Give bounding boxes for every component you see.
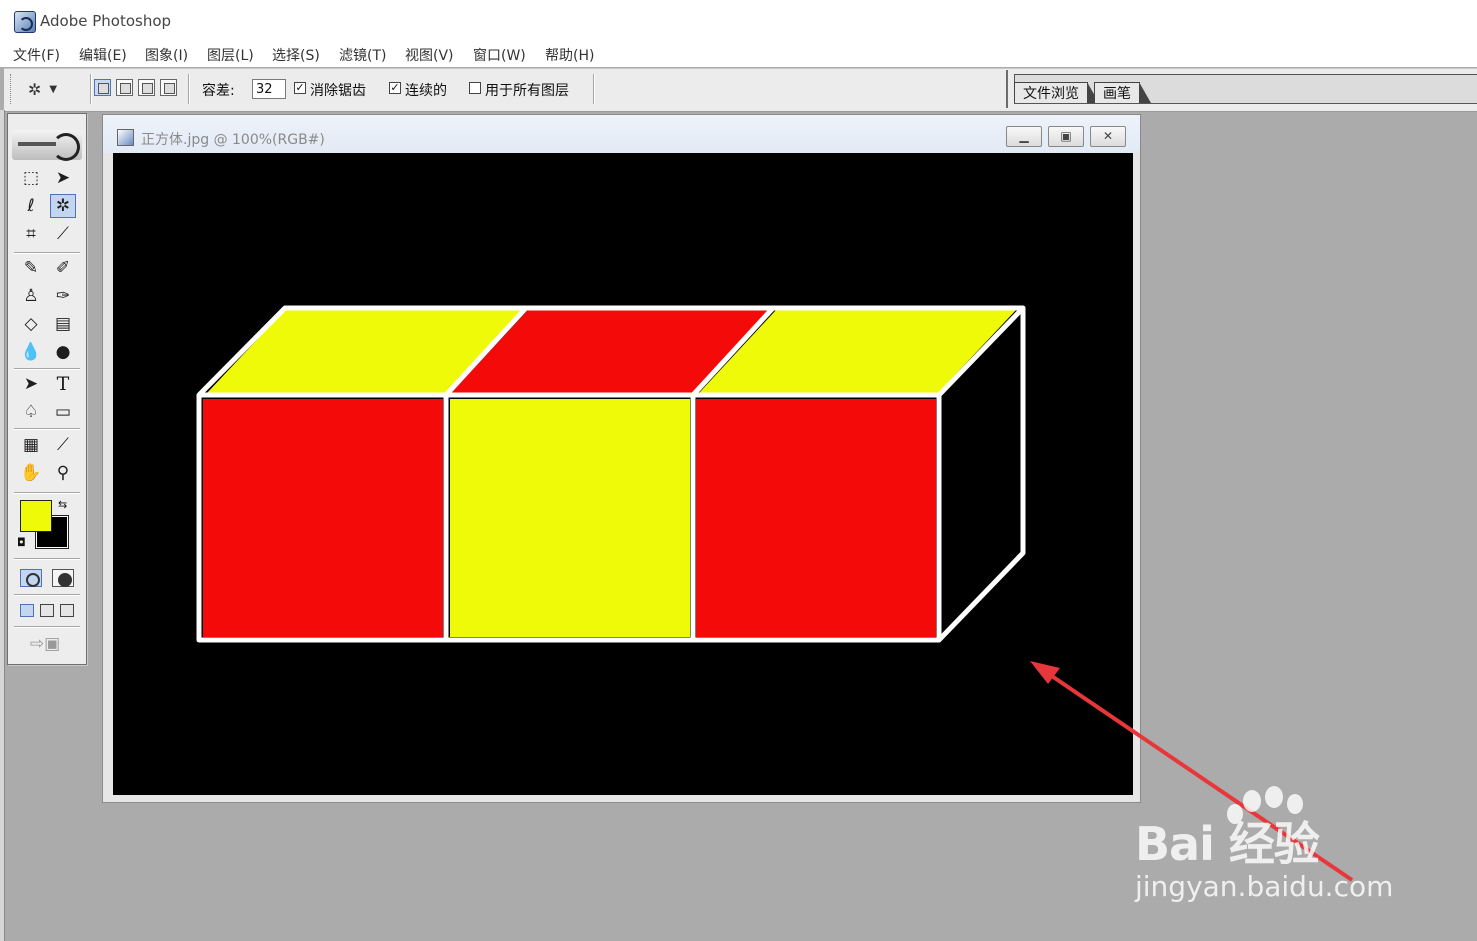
magic-wand-icon[interactable]: ✲	[50, 194, 76, 218]
swap-colors-icon[interactable]: ⇆	[58, 498, 67, 511]
jump-to-imageready-icon[interactable]: ⇨▣	[20, 632, 70, 656]
document-titlebar[interactable]: 正方体.jpg @ 100%(RGB#) ▁ ▣ ✕	[103, 115, 1140, 153]
photoshop-app-icon	[14, 11, 36, 33]
menu-help[interactable]: 帮助(H)	[545, 45, 594, 65]
paw-icon	[1265, 786, 1283, 808]
menu-window[interactable]: 窗口(W)	[473, 45, 526, 65]
tolerance-input[interactable]	[252, 79, 286, 99]
notes-icon[interactable]: ▦	[18, 433, 44, 457]
tool-preset-picker[interactable]: ✲ ▼	[28, 77, 80, 101]
watermark-brand: Bai 经验	[1135, 817, 1320, 871]
minimize-icon[interactable]: ▁	[1006, 126, 1042, 147]
intersect-selection-button[interactable]	[160, 79, 177, 96]
workspace-left-edge	[0, 110, 5, 941]
chevron-down-icon: ▼	[49, 83, 58, 95]
toolbox: ⬚ ➤ ℓ ✲ ⌗ ⟋ ✎ ✐ ♙ ✑ ◇ ▤ 💧 ● ➤ T ♤ ▭ ▦ ⟋ …	[7, 113, 87, 665]
document-title: 正方体.jpg @ 100%(RGB#)	[141, 132, 325, 148]
tab-file-browser[interactable]: 文件浏览	[1014, 82, 1099, 103]
zoom-icon[interactable]: ⚲	[50, 461, 76, 485]
toolbox-separator	[14, 368, 80, 370]
document-window: 正方体.jpg @ 100%(RGB#) ▁ ▣ ✕	[102, 114, 1141, 803]
menu-view[interactable]: 视图(V)	[405, 45, 454, 65]
brush-icon[interactable]: ✐	[50, 256, 76, 280]
gradient-icon[interactable]: ▤	[50, 312, 76, 336]
options-separator	[593, 74, 595, 104]
front-face-left	[203, 399, 443, 637]
tolerance-label: 容差:	[202, 83, 235, 99]
magic-wand-icon: ✲	[28, 79, 42, 99]
menu-file[interactable]: 文件(F)	[13, 45, 60, 65]
default-colors-icon[interactable]: ◘	[17, 536, 26, 549]
toolbox-header-logo[interactable]	[12, 130, 82, 161]
blur-icon[interactable]: 💧	[18, 340, 44, 364]
standard-mode-button[interactable]	[20, 569, 42, 587]
all-layers-checkbox[interactable]	[469, 82, 481, 94]
path-selection-icon[interactable]: ➤	[18, 372, 44, 396]
healing-brush-icon[interactable]: ✎	[18, 256, 44, 280]
eraser-icon[interactable]: ◇	[18, 312, 44, 336]
slice-icon[interactable]: ⟋	[50, 222, 76, 246]
toolbox-separator	[14, 594, 80, 596]
lasso-icon[interactable]: ℓ	[18, 194, 44, 218]
standard-screen-mode-button[interactable]	[20, 604, 34, 617]
document-icon	[117, 129, 134, 146]
tab-brushes[interactable]: 画笔	[1094, 82, 1151, 103]
dodge-icon[interactable]: ●	[50, 340, 76, 364]
front-face-right	[696, 399, 936, 637]
anti-alias-label: 消除锯齿	[310, 83, 366, 99]
front-face-middle	[450, 399, 690, 637]
hand-icon[interactable]: ✋	[18, 461, 44, 485]
type-icon[interactable]: T	[50, 372, 76, 396]
baidu-watermark: Bai 经验 jingyan.baidu.com	[1135, 786, 1455, 920]
history-brush-icon[interactable]: ✑	[50, 284, 76, 308]
move-icon[interactable]: ➤	[50, 166, 76, 190]
marquee-icon[interactable]: ⬚	[18, 166, 44, 190]
toolbox-separator	[14, 492, 80, 494]
close-icon[interactable]: ✕	[1090, 126, 1126, 147]
toolbox-separator	[14, 428, 80, 430]
watermark-url: jingyan.baidu.com	[1135, 870, 1394, 903]
document-canvas[interactable]	[113, 153, 1133, 795]
add-to-selection-button[interactable]	[116, 79, 133, 96]
toolbox-separator	[14, 252, 80, 254]
menu-image[interactable]: 图象(I)	[145, 45, 188, 65]
palette-well: 文件浏览 画笔	[1006, 70, 1477, 108]
full-screen-menu-mode-button[interactable]	[40, 604, 54, 617]
toolbox-separator	[14, 558, 80, 560]
all-layers-label: 用于所有图层	[485, 83, 569, 99]
anti-alias-checkbox[interactable]: ✓	[294, 82, 306, 94]
full-screen-mode-button[interactable]	[60, 604, 74, 617]
subtract-from-selection-button[interactable]	[138, 79, 155, 96]
app-titlebar: Adobe Photoshop	[0, 0, 1477, 44]
contiguous-checkbox[interactable]: ✓	[389, 82, 401, 94]
cube-illustration	[196, 305, 1026, 643]
menu-bar: 文件(F) 编辑(E) 图象(I) 图层(L) 选择(S) 滤镜(T) 视图(V…	[0, 43, 1477, 67]
quick-mask-mode-button[interactable]	[52, 569, 74, 587]
eyedropper-icon[interactable]: ⟋	[50, 433, 76, 457]
app-title: Adobe Photoshop	[40, 12, 172, 30]
menu-layer[interactable]: 图层(L)	[207, 45, 254, 65]
toolbox-separator	[14, 626, 80, 628]
pen-icon[interactable]: ♤	[18, 400, 44, 424]
options-separator	[188, 74, 190, 104]
menu-edit[interactable]: 编辑(E)	[79, 45, 127, 65]
options-separator	[90, 74, 92, 104]
options-grip[interactable]	[10, 74, 13, 104]
crop-icon[interactable]: ⌗	[18, 222, 44, 246]
contiguous-label: 连续的	[405, 83, 447, 99]
foreground-color-swatch[interactable]	[20, 500, 52, 532]
shape-icon[interactable]: ▭	[50, 400, 76, 424]
restore-icon[interactable]: ▣	[1048, 126, 1084, 147]
clone-stamp-icon[interactable]: ♙	[18, 284, 44, 308]
new-selection-button[interactable]	[94, 79, 111, 96]
menu-select[interactable]: 选择(S)	[272, 45, 320, 65]
menu-filter[interactable]: 滤镜(T)	[339, 45, 386, 65]
